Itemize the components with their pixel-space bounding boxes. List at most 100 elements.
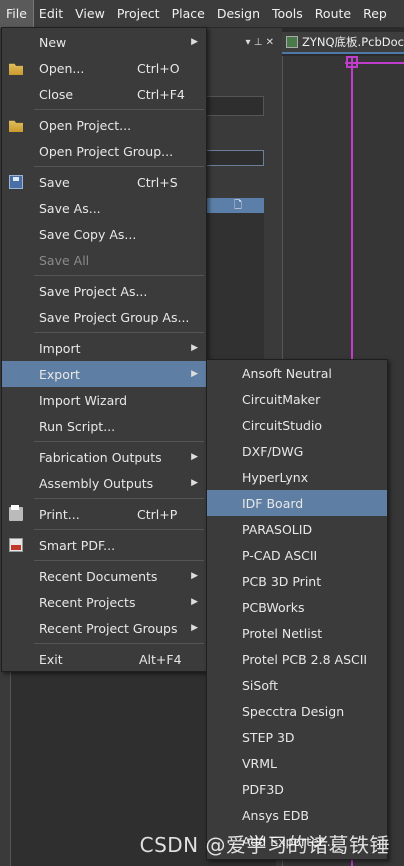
menu-item-label: Import Wizard — [39, 392, 128, 408]
menu-item-label: SiSoft — [242, 677, 279, 693]
board-origin-marker — [346, 56, 358, 68]
menu-item-import[interactable]: Import ▶ — [2, 335, 206, 361]
export-item-pcbworks[interactable]: PCBWorks — [207, 594, 387, 620]
export-item-pcad-ascii[interactable]: P-CAD ASCII — [207, 542, 387, 568]
panel-selected-row[interactable]: 🗋 — [206, 198, 264, 213]
menu-item-open-project-group[interactable]: Open Project Group... — [2, 138, 206, 164]
export-item-ansoft-neutral[interactable]: Ansoft Neutral — [207, 360, 387, 386]
menu-item-recent-project-groups[interactable]: Recent Project Groups ▶ — [2, 615, 206, 641]
menu-item-shortcut: Ctrl+S — [137, 174, 178, 190]
save-icon — [9, 175, 23, 189]
menu-design[interactable]: Design — [211, 0, 266, 28]
export-item-ansys-edb[interactable]: Ansys EDB — [207, 802, 387, 828]
panel-workspace-dropdown[interactable] — [206, 96, 264, 116]
menu-item-label: Protel Netlist — [242, 625, 323, 641]
export-item-hyperlynx[interactable]: HyperLynx — [207, 464, 387, 490]
menu-item-save-copy-as[interactable]: Save Copy As... — [2, 221, 206, 247]
menu-separator — [34, 560, 204, 561]
menu-item-label: Smart PDF... — [39, 537, 116, 553]
menu-item-open-project[interactable]: Open Project... — [2, 112, 206, 138]
menu-reports[interactable]: Rep — [357, 0, 393, 28]
menu-item-exit[interactable]: Exit Alt+F4 — [2, 646, 206, 672]
document-tab-label: ZYNQ底板.PcbDoc — [302, 35, 404, 49]
submenu-arrow-icon: ▶ — [191, 343, 198, 353]
submenu-arrow-icon: ▶ — [191, 37, 198, 47]
menu-item-recent-documents[interactable]: Recent Documents ▶ — [2, 563, 206, 589]
menu-item-fabrication-outputs[interactable]: Fabrication Outputs ▶ — [2, 444, 206, 470]
menu-project[interactable]: Project — [111, 0, 166, 28]
export-item-specctra-design[interactable]: Specctra Design — [207, 698, 387, 724]
menu-item-new[interactable]: New ▶ — [2, 29, 206, 55]
panel-tree-list[interactable] — [206, 213, 264, 383]
menu-item-save[interactable]: Save Ctrl+S — [2, 169, 206, 195]
menu-item-label: CircuitStudio — [242, 417, 323, 433]
menu-file[interactable]: File — [0, 0, 34, 29]
submenu-arrow-icon: ▶ — [191, 452, 198, 462]
menu-item-shortcut: Alt+F4 — [139, 651, 182, 667]
menu-separator — [34, 109, 204, 110]
menu-item-save-project-as[interactable]: Save Project As... — [2, 278, 206, 304]
panel-search-field[interactable] — [206, 150, 264, 166]
submenu-arrow-icon: ▶ — [191, 478, 198, 488]
menu-item-import-wizard[interactable]: Import Wizard — [2, 387, 206, 413]
submenu-arrow-icon: ▶ — [191, 369, 198, 379]
menu-item-assembly-outputs[interactable]: Assembly Outputs ▶ — [2, 470, 206, 496]
menu-item-label: Save Project Group As... — [39, 309, 190, 325]
menu-item-close[interactable]: Close Ctrl+F4 — [2, 81, 206, 107]
menu-item-label: Recent Projects — [39, 594, 136, 610]
export-item-step-3d[interactable]: STEP 3D — [207, 724, 387, 750]
menu-edit[interactable]: Edit — [33, 0, 69, 28]
folder-icon — [9, 63, 23, 75]
menu-tools[interactable]: Tools — [266, 0, 309, 28]
menu-separator — [34, 275, 204, 276]
export-item-protel-netlist[interactable]: Protel Netlist — [207, 620, 387, 646]
menu-item-label: Open Project... — [39, 117, 132, 133]
export-item-parasolid[interactable]: PARASOLID — [207, 516, 387, 542]
file-menu: New ▶ Open... Ctrl+O Close Ctrl+F4 Open … — [1, 27, 207, 672]
panel-header-controls[interactable]: ▾ ⊥ ✕ — [206, 32, 282, 52]
menu-item-save-project-group-as[interactable]: Save Project Group As... — [2, 304, 206, 330]
menu-item-label: IDF Board — [242, 495, 304, 511]
document-tab[interactable]: ZYNQ底板.PcbDoc — [282, 32, 404, 54]
menu-item-print[interactable]: Print... Ctrl+P — [2, 501, 206, 527]
menu-item-recent-projects[interactable]: Recent Projects ▶ — [2, 589, 206, 615]
menu-item-label: Print... — [39, 506, 80, 522]
menu-item-shortcut: Ctrl+F4 — [137, 86, 185, 102]
menu-route[interactable]: Route — [309, 0, 357, 28]
menu-item-label: New — [39, 34, 67, 50]
menu-item-label: PCB 3D Print — [242, 573, 322, 589]
export-item-pcb-3d-print[interactable]: PCB 3D Print — [207, 568, 387, 594]
export-item-idf-board[interactable]: IDF Board — [207, 490, 387, 516]
csdn-watermark: CSDN @爱学习的诸葛铁锤 — [139, 833, 390, 857]
menu-item-save-as[interactable]: Save As... — [2, 195, 206, 221]
menu-place[interactable]: Place — [166, 0, 211, 28]
menu-item-label: DXF/DWG — [242, 443, 304, 459]
menu-item-label: HyperLynx — [242, 469, 309, 485]
menu-view[interactable]: View — [69, 0, 111, 28]
menu-item-smart-pdf[interactable]: Smart PDF... — [2, 532, 206, 558]
menu-item-export[interactable]: Export ▶ — [2, 361, 206, 387]
menu-item-open[interactable]: Open... Ctrl+O — [2, 55, 206, 81]
menu-item-label: PDF3D — [242, 781, 284, 797]
submenu-arrow-icon: ▶ — [191, 597, 198, 607]
export-item-sisoft[interactable]: SiSoft — [207, 672, 387, 698]
export-item-protel-pcb-28-ascii[interactable]: Protel PCB 2.8 ASCII — [207, 646, 387, 672]
pcb-doc-icon — [286, 36, 298, 48]
submenu-arrow-icon: ▶ — [191, 623, 198, 633]
export-item-circuitstudio[interactable]: CircuitStudio — [207, 412, 387, 438]
export-item-pdf3d[interactable]: PDF3D — [207, 776, 387, 802]
export-item-dxf-dwg[interactable]: DXF/DWG — [207, 438, 387, 464]
menu-item-shortcut: Ctrl+P — [137, 506, 178, 522]
export-item-vrml[interactable]: VRML — [207, 750, 387, 776]
export-submenu: Ansoft Neutral CircuitMaker CircuitStudi… — [206, 359, 388, 860]
menu-item-shortcut: Ctrl+O — [137, 60, 180, 76]
menu-item-label: Save — [39, 174, 70, 190]
menu-item-label: VRML — [242, 755, 277, 771]
export-item-circuitmaker[interactable]: CircuitMaker — [207, 386, 387, 412]
menu-separator — [34, 529, 204, 530]
menu-item-label: Fabrication Outputs — [39, 449, 162, 465]
menu-item-label: Recent Documents — [39, 568, 158, 584]
menu-item-run-script[interactable]: Run Script... — [2, 413, 206, 439]
menu-item-label: Ansys EDB — [242, 807, 309, 823]
printer-icon — [9, 505, 23, 521]
